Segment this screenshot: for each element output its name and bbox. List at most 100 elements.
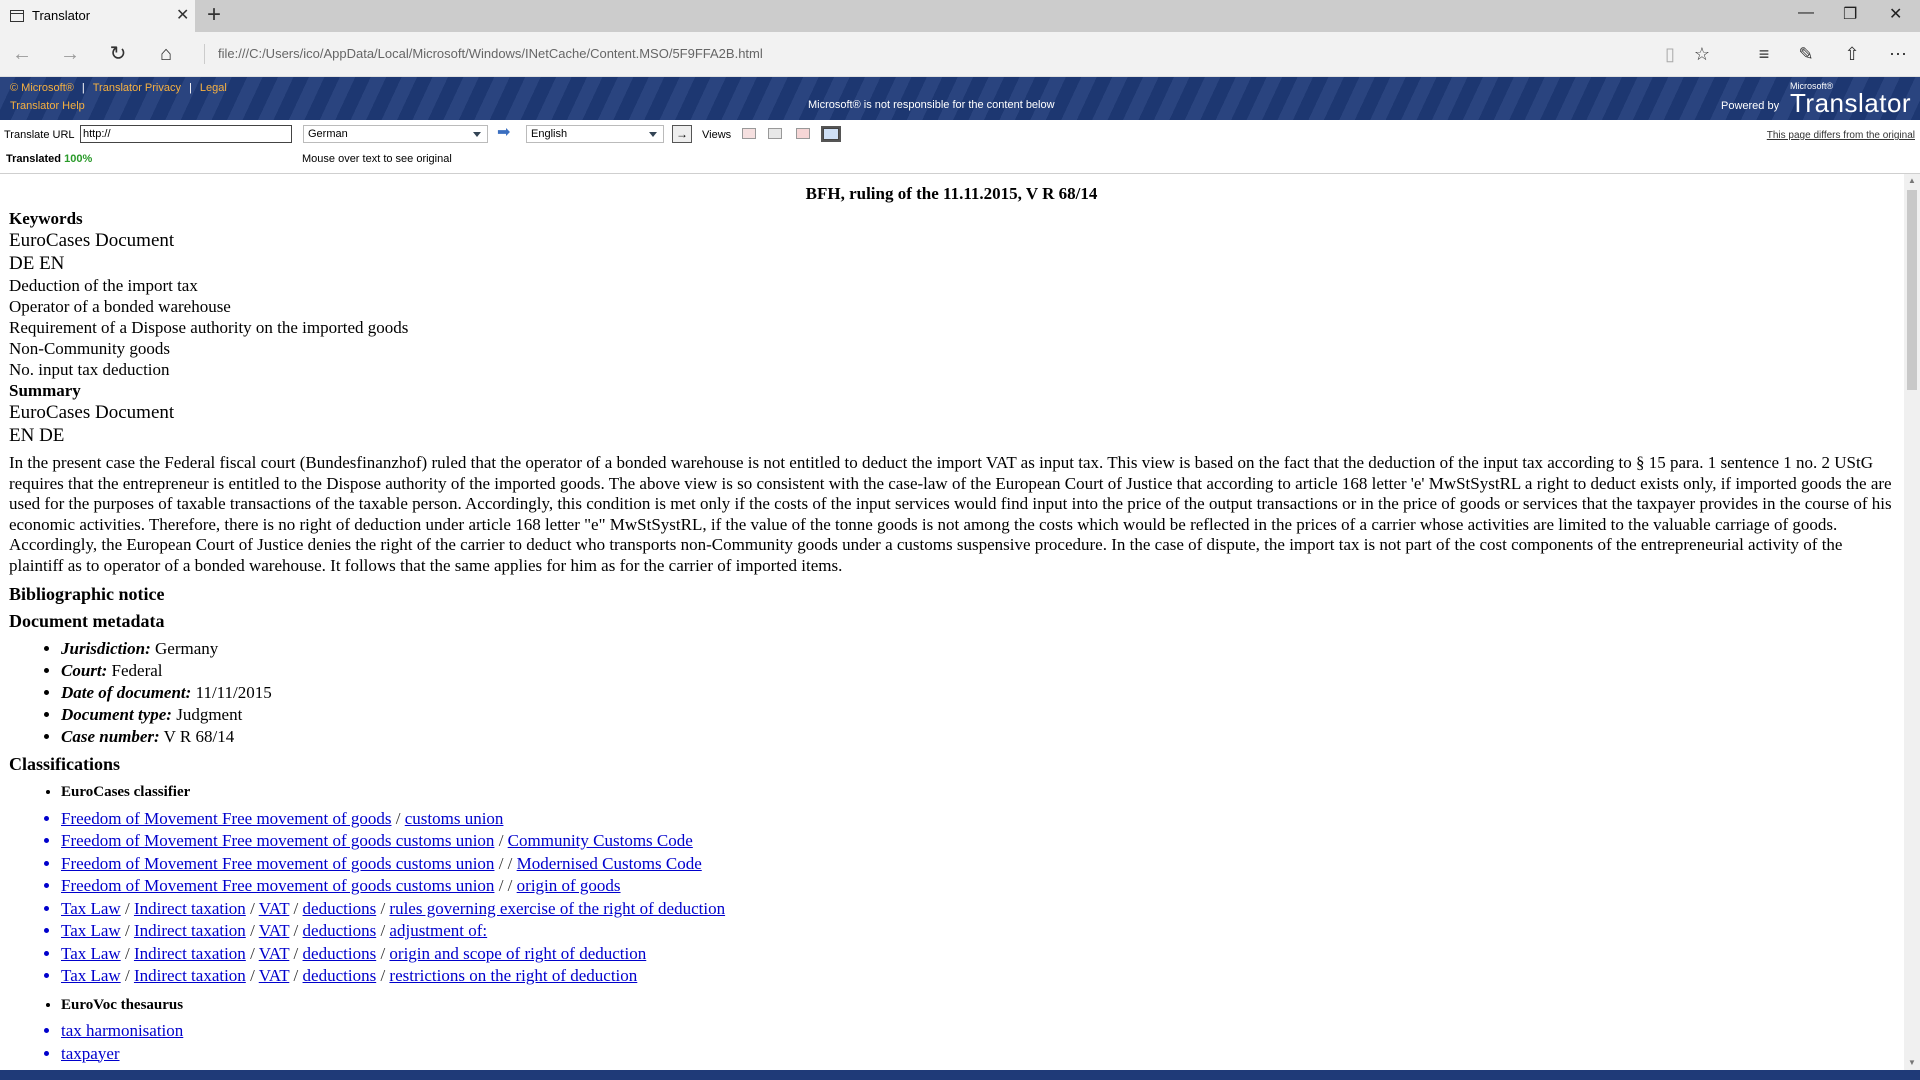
metadata-value: Judgment [171,705,243,724]
translated-percent: 100% [64,153,93,165]
to-language-value: English [531,128,568,140]
keywords-heading: Keywords [9,209,83,228]
side-by-side-view-icon[interactable] [742,128,756,139]
scroll-down-icon[interactable]: ▼ [1908,1058,1916,1067]
classification-link[interactable]: Indirect taxation [134,899,246,918]
scrollbar-thumb[interactable] [1907,190,1917,390]
classification-link[interactable]: VAT [259,899,290,918]
url-field[interactable]: file:///C:/Users/ico/AppData/Local/Micro… [218,46,763,61]
classification-link[interactable]: Community Customs Code [508,831,693,850]
share-icon[interactable]: ⇧ [1840,42,1864,66]
classification-list: EuroCases classifier Freedom of Movement… [9,781,1894,988]
privacy-link[interactable]: Translator Privacy [93,82,181,94]
reading-view-icon[interactable]: ▯ [1658,42,1682,66]
classification-link[interactable]: deductions [303,899,377,918]
eurovoc-item: taxpayer [61,1043,1894,1066]
powered-by: Powered by [1721,100,1780,112]
new-tab-button[interactable]: + [207,1,221,29]
language-links[interactable]: EN DE [9,424,1894,447]
classification-link[interactable]: Freedom of Movement Free movement of goo… [61,854,494,873]
close-window-button[interactable]: ✕ [1889,4,1902,24]
eurovoc-link[interactable]: taxpayer [61,1044,120,1063]
classification-link[interactable]: deductions [303,921,377,940]
help-link[interactable]: Translator Help [10,100,85,112]
metadata-item: Jurisdiction: Germany [61,638,1894,660]
classification-link[interactable]: Indirect taxation [134,944,246,963]
classification-link[interactable]: adjustment of: [389,921,487,940]
differs-link[interactable]: This page differs from the original [1767,130,1915,141]
classification-link[interactable]: VAT [259,966,290,985]
classification-link[interactable]: VAT [259,921,290,940]
page-icon [10,10,24,22]
address-bar: ← → ↻ ⌂ file:///C:/Users/ico/AppData/Loc… [0,32,1920,77]
metadata-item: Date of document: 11/11/2015 [61,682,1894,704]
microsoft-link[interactable]: © Microsoft® [10,82,74,94]
path-separator: / [376,943,390,963]
back-icon[interactable]: ← [10,42,34,66]
classification-link[interactable]: Indirect taxation [134,966,246,985]
minimize-button[interactable]: — [1798,4,1814,22]
classification-link[interactable]: Tax Law [61,966,121,985]
vertical-scrollbar[interactable]: ▲ ▼ [1904,174,1920,1070]
classification-row: Tax Law / Indirect taxation / VAT / dedu… [61,898,1894,921]
translate-go-button[interactable]: → [672,125,692,143]
classification-link[interactable]: Tax Law [61,921,121,940]
language-links[interactable]: DE EN [9,252,1894,275]
translate-url-input[interactable] [80,125,292,143]
legal-link[interactable]: Legal [200,82,227,94]
eurovoc-link[interactable]: tax harmonisation [61,1021,183,1040]
classification-link[interactable]: origin of goods [517,876,621,895]
forward-icon[interactable]: → [58,42,82,66]
classification-link[interactable]: Modernised Customs Code [517,854,702,873]
classification-row: Tax Law / Indirect taxation / VAT / dedu… [61,920,1894,943]
translator-logo[interactable]: Translator [1790,88,1911,119]
to-language-select[interactable]: English [526,125,664,143]
from-language-value: German [308,128,348,140]
classification-link[interactable]: Freedom of Movement Free movement of goo… [61,876,494,895]
chevron-down-icon [649,132,657,137]
classification-link[interactable]: Freedom of Movement Free movement of goo… [61,809,392,828]
chevron-down-icon [473,132,481,137]
path-separator: / [289,898,303,918]
classification-link[interactable]: customs union [405,809,504,828]
classifications-heading: Classifications [9,754,121,774]
scroll-up-icon[interactable]: ▲ [1908,176,1916,185]
translation-only-view-icon[interactable] [821,126,841,142]
metadata-list: Jurisdiction: GermanyCourt: FederalDate … [9,638,1894,748]
refresh-icon[interactable]: ↻ [106,42,130,66]
from-language-select[interactable]: German [303,125,488,143]
keyword-list: Deduction of the import tax Operator of a… [9,275,1894,380]
classification-link[interactable]: deductions [303,966,377,985]
mouse-hint: Mouse over text to see original [302,153,452,165]
classification-link[interactable]: Tax Law [61,899,121,918]
classification-row: Tax Law / Indirect taxation / VAT / dedu… [61,965,1894,988]
classification-link[interactable]: origin and scope of right of deduction [389,944,646,963]
classification-link[interactable]: Indirect taxation [134,921,246,940]
swap-arrow-icon[interactable]: ➡ [497,125,519,141]
classification-link[interactable]: restrictions on the right of deduction [389,966,637,985]
path-separator: / [120,966,134,985]
classification-link[interactable]: Freedom of Movement Free movement of goo… [61,831,494,850]
keyword-item: No. input tax deduction [9,360,170,379]
banner-links: © Microsoft® | Translator Privacy | Legal [10,82,227,94]
more-icon[interactable]: ⋯ [1886,42,1910,66]
classification-link[interactable]: rules governing exercise of the right of… [389,899,725,918]
classification-link[interactable]: Tax Law [61,944,121,963]
summary-heading: Summary [9,381,81,400]
favorite-star-icon[interactable]: ☆ [1690,42,1714,66]
classification-link[interactable]: VAT [259,944,290,963]
classification-link[interactable]: deductions [303,944,377,963]
tab-title: Translator [32,8,91,23]
restore-button[interactable]: ❐ [1843,4,1857,24]
web-note-icon[interactable]: ✎ [1794,42,1818,66]
translate-url-label: Translate URL [4,129,75,141]
bibliographic-heading: Bibliographic notice [9,584,165,604]
tab-close-button[interactable]: ✕ [176,5,189,25]
path-separator: / [120,943,134,963]
translated-label: Translated [6,153,62,165]
browser-tab[interactable]: Translator ✕ [0,0,195,32]
home-icon[interactable]: ⌂ [154,42,178,66]
top-bottom-view-icon[interactable] [768,128,782,139]
hover-view-icon[interactable] [796,128,810,139]
hub-icon[interactable]: ≡ [1752,42,1776,66]
